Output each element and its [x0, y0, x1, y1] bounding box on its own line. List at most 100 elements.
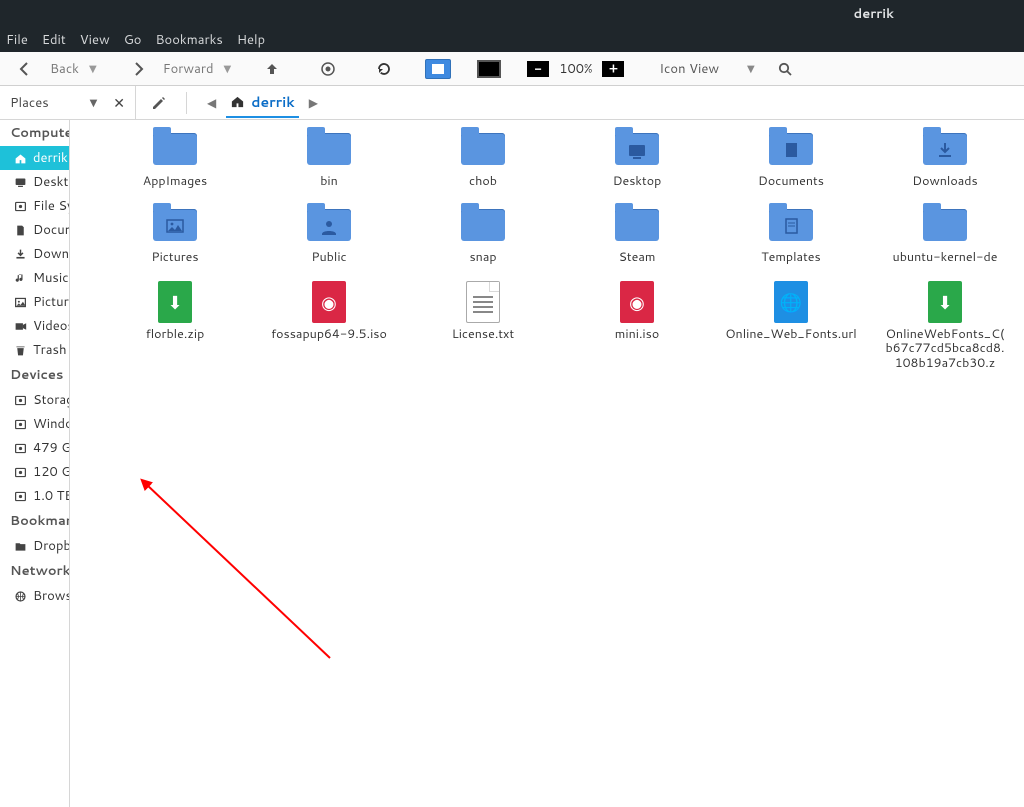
disk-icon [14, 200, 27, 213]
back-button[interactable] [10, 56, 40, 82]
breadcrumb-forward-icon[interactable]: ▶ [307, 94, 320, 111]
separator [186, 92, 187, 114]
archive-green-icon: ⬇ [922, 283, 968, 321]
sidebar-item-dropbox[interactable]: Dropbox [0, 534, 69, 558]
sidebar-item-label: Windows SSD sto… [33, 415, 69, 433]
video-icon [14, 320, 27, 333]
menu-edit[interactable]: Edit [42, 31, 66, 49]
search-button[interactable] [770, 56, 800, 82]
sidebar-item-120-gb-volume[interactable]: 120 GB Volume [0, 460, 69, 484]
workspace: ComputerderrikDesktopFile SystemDocument… [0, 120, 1024, 807]
file-item[interactable]: snap [408, 206, 558, 264]
back-dropdown-icon[interactable]: ▼ [89, 62, 97, 76]
sidebar-item-1-0-tb-volu-[interactable]: 1.0 TB Volu… [0, 484, 69, 508]
reload-button[interactable] [369, 56, 399, 82]
sidebar-item-pictures[interactable]: Pictures [0, 290, 69, 314]
folder-icon [152, 130, 198, 168]
file-item[interactable]: bin [254, 130, 404, 188]
view-mode-dropdown[interactable]: Icon View ▼ [650, 56, 763, 82]
back-label[interactable]: Back [46, 60, 83, 78]
file-item[interactable]: 🌐 Online_Web_Fonts.url [716, 283, 866, 370]
file-label: OnlineWebFonts_C(b67c77cd5bca8cd8.108b19… [886, 327, 1005, 370]
globe-icon [14, 590, 27, 603]
file-item[interactable]: ⬇ OnlineWebFonts_C(b67c77cd5bca8cd8.108b1… [870, 283, 1020, 370]
file-item[interactable]: Templates [716, 206, 866, 264]
view-mode-label: Icon View [659, 60, 719, 78]
sidebar-section-bookmarks: Bookmarks [0, 508, 69, 534]
forward-label[interactable]: Forward [159, 60, 218, 78]
file-item[interactable]: License.txt [408, 283, 558, 370]
breadcrumb-back-icon[interactable]: ◀ [205, 94, 218, 111]
file-item[interactable]: Public [254, 206, 404, 264]
file-item[interactable]: chob [408, 130, 558, 188]
sidebar-item-label: Trash [33, 341, 67, 359]
folder-icon [152, 206, 198, 244]
file-item[interactable]: ubuntu-kernel-de [870, 206, 1020, 264]
file-item[interactable]: Steam [562, 206, 712, 264]
zoom-level: 100% [555, 60, 596, 78]
toolbar: Back ▼ Forward ▼ − 100% + Icon View ▼ [0, 52, 1024, 86]
folder-icon [768, 130, 814, 168]
menu-bookmarks[interactable]: Bookmarks [155, 31, 222, 49]
menu-help[interactable]: Help [237, 31, 265, 49]
file-item[interactable]: AppImages [100, 130, 250, 188]
sidebar-item-label: Pictures [33, 293, 69, 311]
icon-view[interactable]: AppImagesbin chob DesktopDocumentsDownload… [70, 120, 1024, 807]
desktop-icon [14, 176, 27, 189]
open-terminal-button[interactable] [477, 60, 501, 78]
folder-icon [614, 130, 660, 168]
folder-icon [460, 206, 506, 244]
chevron-down-icon[interactable]: ▼ [90, 96, 98, 110]
breadcrumb: ◀ derrik ▶ [199, 88, 326, 118]
file-item[interactable]: ⬇florble.zip [100, 283, 250, 370]
sidebar-item-label: File System [33, 197, 69, 215]
sidebar-item-browse-network[interactable]: Browse Network [0, 584, 69, 608]
stop-button[interactable] [313, 56, 343, 82]
folder-icon [306, 130, 352, 168]
sidebar-item-windows-ssd-sto-[interactable]: Windows SSD sto… [0, 412, 69, 436]
file-label: Public [311, 250, 346, 264]
sidebar-section-computer: Computer [0, 120, 69, 146]
sidebar-item-downloads[interactable]: Downloads [0, 242, 69, 266]
file-label: License.txt [452, 327, 514, 341]
folder-icon [768, 206, 814, 244]
disk-icon [14, 418, 27, 431]
sidebar-item-storage-windows[interactable]: Storage Windows [0, 388, 69, 412]
folder-icon [922, 130, 968, 168]
file-item[interactable]: Pictures [100, 206, 250, 264]
sidebar-item-file-system[interactable]: File System [0, 194, 69, 218]
up-button[interactable] [257, 56, 287, 82]
breadcrumb-home[interactable]: derrik [226, 88, 298, 118]
sidebar-item-label: Downloads [33, 245, 69, 263]
close-panel-icon[interactable]: ✕ [113, 93, 125, 113]
disk-icon [14, 490, 27, 503]
file-label: Online_Web_Fonts.url [725, 327, 856, 341]
file-label: chob [469, 174, 497, 188]
iso-icon: ◉ [614, 283, 660, 321]
zoom-out-button[interactable]: − [527, 61, 549, 77]
file-item[interactable]: Desktop [562, 130, 712, 188]
forward-dropdown-icon[interactable]: ▼ [224, 62, 232, 76]
file-item[interactable]: ◉fossapup64-9.5.iso [254, 283, 404, 370]
view-folder-button[interactable] [425, 59, 451, 79]
file-item[interactable]: ◉mini.iso [562, 283, 712, 370]
file-item[interactable]: Downloads [870, 130, 1020, 188]
sidebar-item-videos[interactable]: Videos [0, 314, 69, 338]
sidebar-item-documents[interactable]: Documents [0, 218, 69, 242]
forward-button[interactable] [123, 56, 153, 82]
sidebar-item-desktop[interactable]: Desktop [0, 170, 69, 194]
sidebar-item-479-gb-volume[interactable]: 479 GB Volume [0, 436, 69, 460]
menu-file[interactable]: File [6, 31, 28, 49]
file-label: florble.zip [146, 327, 205, 341]
file-item[interactable]: Documents [716, 130, 866, 188]
menu-view[interactable]: View [80, 31, 110, 49]
edit-path-button[interactable] [144, 95, 174, 111]
places-panel-header[interactable]: Places ▼ ✕ [0, 86, 136, 119]
weblink-icon: 🌐 [768, 283, 814, 321]
sidebar-item-derrik[interactable]: derrik [0, 146, 69, 170]
menu-go[interactable]: Go [124, 31, 142, 49]
sidebar-item-music[interactable]: Music [0, 266, 69, 290]
zoom-in-button[interactable]: + [602, 61, 624, 77]
trash-icon [14, 344, 27, 357]
sidebar-item-trash[interactable]: Trash [0, 338, 69, 362]
